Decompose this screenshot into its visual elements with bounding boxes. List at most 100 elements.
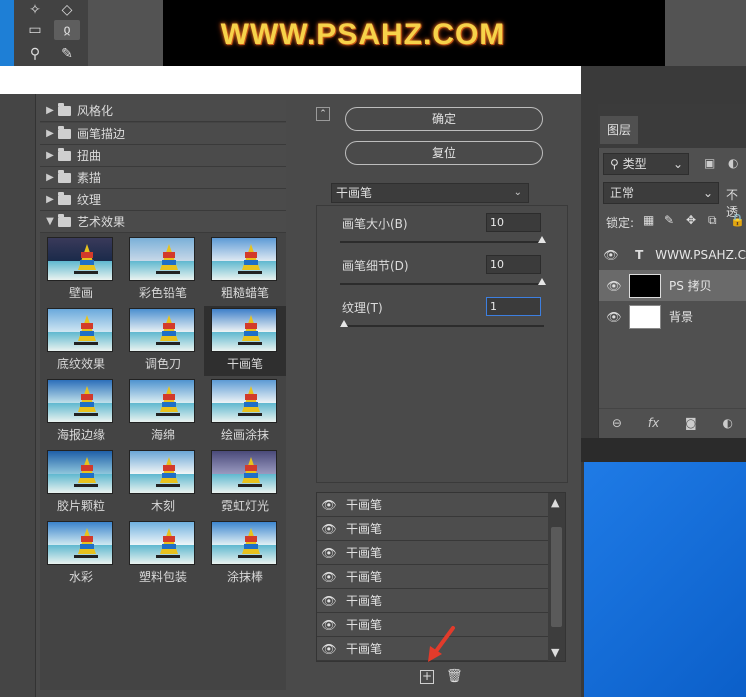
effect-layer-label: 干画笔 bbox=[346, 522, 383, 536]
collapse-triangle-icon: ▼ bbox=[46, 216, 54, 227]
pen-tool-icon[interactable]: ✎ bbox=[54, 44, 80, 64]
adjustment-icon[interactable]: ◐ bbox=[723, 416, 733, 430]
thumbnail-image bbox=[47, 237, 113, 281]
effect-layer-row[interactable]: 👁 干画笔 bbox=[317, 541, 548, 565]
folder-icon bbox=[58, 147, 71, 161]
fx-icon[interactable]: fx bbox=[648, 416, 659, 430]
texture-slider[interactable] bbox=[340, 325, 544, 327]
thumbnail-label: 海绵 bbox=[150, 428, 175, 442]
category-artistic[interactable]: ▼ 艺术效果 bbox=[40, 211, 286, 233]
filter-thumbnail[interactable]: 霓虹灯光 bbox=[204, 448, 286, 518]
eye-icon[interactable]: 👁 bbox=[599, 279, 629, 293]
eye-icon[interactable]: 👁 bbox=[317, 522, 341, 536]
scroll-up-icon[interactable]: ▲ bbox=[551, 496, 559, 509]
link-icon[interactable]: ⊖ bbox=[612, 416, 622, 430]
new-effect-layer-button[interactable]: + bbox=[420, 670, 434, 684]
thumbnail-label: 彩色铅笔 bbox=[138, 286, 187, 300]
category-texture[interactable]: ▶ 纹理 bbox=[40, 189, 286, 211]
filter-thumbnail[interactable]: 胶片颗粒 bbox=[40, 448, 122, 518]
preview-area[interactable] bbox=[0, 94, 36, 697]
eye-icon[interactable]: 👁 bbox=[317, 570, 341, 584]
image-filter-icon[interactable]: ▣ bbox=[704, 156, 715, 170]
mask-icon[interactable]: ◙ bbox=[685, 416, 697, 430]
category-distort[interactable]: ▶ 扭曲 bbox=[40, 145, 286, 167]
scroll-thumb[interactable] bbox=[551, 527, 562, 627]
brush-size-label: 画笔大小(B) bbox=[342, 217, 408, 231]
filter-thumbnail[interactable]: 海报边缘 bbox=[40, 377, 122, 447]
effect-layer-row[interactable]: 👁 干画笔 bbox=[317, 517, 548, 541]
layer-row-ps-copy[interactable]: 👁 PS 拷贝 bbox=[599, 270, 746, 301]
brush-detail-input[interactable]: 10 bbox=[486, 255, 541, 274]
dialog-title-bar[interactable] bbox=[0, 66, 581, 94]
lock-all-icon[interactable]: 🔒 bbox=[730, 213, 745, 227]
brush-detail-slider-handle[interactable] bbox=[538, 278, 546, 285]
panel-gap bbox=[581, 438, 746, 462]
folder-icon bbox=[58, 125, 71, 139]
lock-label: 锁定: bbox=[606, 216, 635, 230]
adjustment-filter-icon[interactable]: ◐ bbox=[728, 156, 738, 170]
expand-triangle-icon: ▶ bbox=[46, 150, 54, 161]
filter-thumbnail[interactable]: 调色刀 bbox=[122, 306, 204, 376]
rectangle-tool-icon[interactable]: ▭ bbox=[22, 20, 48, 40]
layer-row-background[interactable]: 👁 背景 bbox=[599, 301, 746, 332]
brush-size-input[interactable]: 10 bbox=[486, 213, 541, 232]
blend-mode-select[interactable]: 正常 ⌄ bbox=[603, 182, 719, 204]
effect-layer-row[interactable]: 👁 干画笔 bbox=[317, 589, 548, 613]
filter-thumbnail[interactable]: 绘画涂抹 bbox=[204, 377, 286, 447]
eye-icon[interactable]: 👁 bbox=[317, 546, 341, 560]
category-brush-strokes[interactable]: ▶ 画笔描边 bbox=[40, 123, 286, 145]
texture-input[interactable]: 1 bbox=[486, 297, 541, 316]
layer-kind-filter[interactable]: ⚲ 类型 ⌄ bbox=[603, 153, 689, 175]
filter-select[interactable]: 干画笔 ⌄ bbox=[331, 183, 529, 203]
eye-icon[interactable]: 👁 bbox=[317, 594, 341, 608]
ok-button[interactable]: 确定 bbox=[345, 107, 543, 131]
thumbnail-label: 绘画涂抹 bbox=[220, 428, 269, 442]
reset-button[interactable]: 复位 bbox=[345, 141, 543, 165]
lock-position-icon[interactable]: ✥ bbox=[686, 213, 696, 227]
thumbnail-image bbox=[211, 237, 277, 281]
brush-size-slider[interactable] bbox=[340, 241, 544, 243]
filter-thumbnail[interactable]: 水彩 bbox=[40, 519, 122, 589]
thumbnail-image bbox=[129, 521, 195, 565]
magnifier-icon[interactable]: ⚲ bbox=[22, 44, 48, 64]
lock-artboard-icon[interactable]: ⧉ bbox=[708, 213, 717, 228]
effect-list-scrollbar[interactable]: ▲ ▼ bbox=[548, 493, 565, 661]
layer-row-text[interactable]: 👁 T WWW.PSAHZ.C bbox=[599, 239, 746, 270]
eraser-icon[interactable]: ◇ bbox=[54, 0, 80, 20]
effect-layer-label: 干画笔 bbox=[346, 618, 383, 632]
filter-thumbnail[interactable]: 彩色铅笔 bbox=[122, 235, 204, 305]
filter-thumbnail[interactable]: 壁画 bbox=[40, 235, 122, 305]
category-sketch[interactable]: ▶ 素描 bbox=[40, 167, 286, 189]
lock-transparency-icon[interactable]: ▦ bbox=[643, 213, 654, 227]
filter-thumbnail[interactable]: 干画笔 bbox=[204, 306, 286, 376]
filter-thumbnail[interactable]: 海绵 bbox=[122, 377, 204, 447]
scroll-down-icon[interactable]: ▼ bbox=[551, 646, 559, 659]
filter-thumbnail[interactable]: 粗糙蜡笔 bbox=[204, 235, 286, 305]
brush-detail-slider[interactable] bbox=[340, 283, 544, 285]
filter-thumbnail[interactable]: 底纹效果 bbox=[40, 306, 122, 376]
eye-icon[interactable]: 👁 bbox=[317, 642, 341, 656]
eye-icon[interactable]: 👁 bbox=[599, 310, 629, 324]
red-arrow-annotation bbox=[428, 626, 455, 662]
thumbnail-image bbox=[129, 379, 195, 423]
eye-icon[interactable]: 👁 bbox=[317, 498, 341, 512]
thumbnail-image bbox=[211, 450, 277, 494]
filter-thumbnail[interactable]: 涂抹棒 bbox=[204, 519, 286, 589]
category-stylize[interactable]: ▶ 风格化 bbox=[40, 100, 286, 122]
effect-layer-row[interactable]: 👁 干画笔 bbox=[317, 565, 548, 589]
delete-effect-layer-icon[interactable]: 🗑 bbox=[446, 669, 463, 685]
brush-size-slider-handle[interactable] bbox=[538, 236, 546, 243]
filter-thumbnail[interactable]: 塑料包装 bbox=[122, 519, 204, 589]
spot-healing-icon[interactable]: ✧ bbox=[22, 0, 48, 20]
tab-layers[interactable]: 图层 bbox=[600, 116, 638, 144]
texture-slider-handle[interactable] bbox=[340, 320, 348, 327]
lock-paint-icon[interactable]: ✎ bbox=[664, 213, 674, 227]
lasso-icon[interactable]: ჲ bbox=[54, 20, 80, 40]
effect-layer-row[interactable]: 👁 干画笔 bbox=[317, 493, 548, 517]
eye-icon[interactable]: 👁 bbox=[317, 618, 341, 632]
eye-icon[interactable]: 👁 bbox=[599, 248, 623, 262]
filter-thumbnail[interactable]: 木刻 bbox=[122, 448, 204, 518]
thumbnail-label: 木刻 bbox=[150, 499, 175, 513]
collapse-panel-icon[interactable]: ⌃ bbox=[316, 107, 330, 121]
blend-mode-value: 正常 bbox=[610, 186, 635, 200]
